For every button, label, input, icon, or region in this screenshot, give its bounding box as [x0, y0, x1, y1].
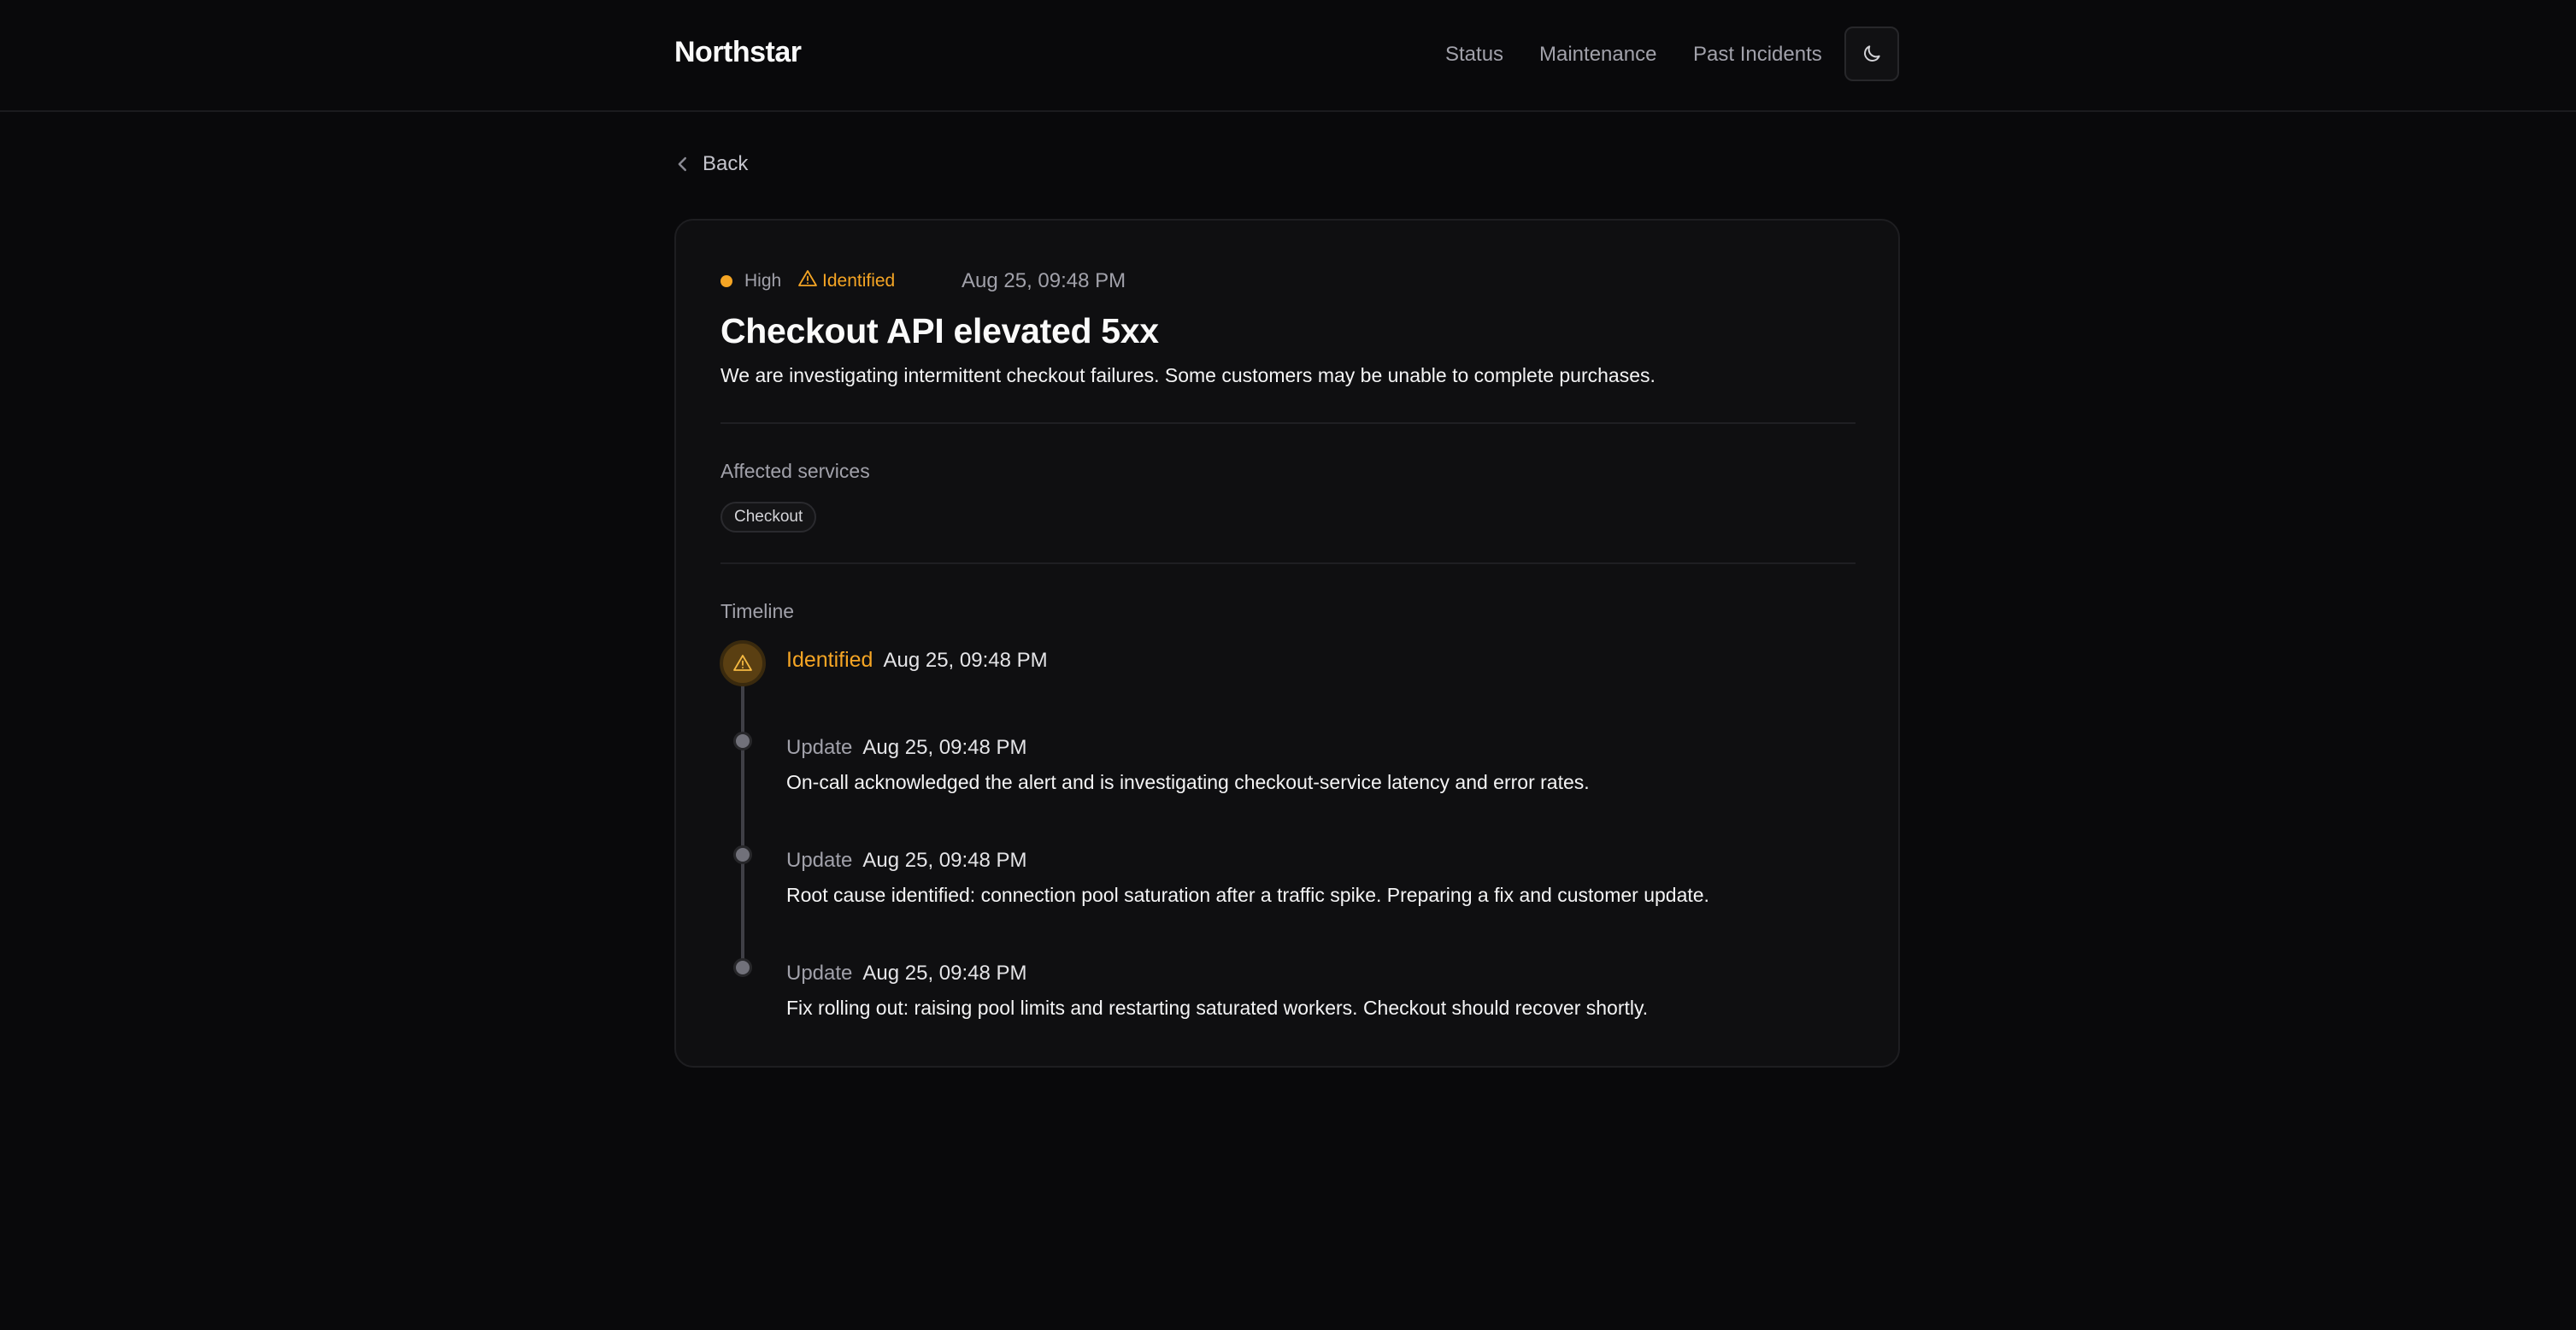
incident-time: Aug 25, 09:48 PM	[962, 269, 1126, 292]
timeline-entry-kind: Update	[786, 962, 853, 985]
warning-triangle-icon	[733, 655, 752, 671]
incident-meta: High Identified Aug 25, 09:48 PM	[720, 268, 1319, 294]
timeline-entry-header: Update Aug 25, 09:48 PM	[786, 736, 1027, 762]
timeline-entry-body: Fix rolling out: raising pool limits and…	[786, 997, 1649, 1019]
timeline-dot	[733, 958, 752, 977]
timeline-entry-kind: Identified	[786, 648, 873, 672]
timeline-entry-time: Aug 25, 09:48 PM	[883, 649, 1048, 672]
timeline-entry-header: Update Aug 25, 09:48 PM	[786, 849, 1027, 874]
timeline-entry-body: Root cause identified: connection pool s…	[786, 884, 1709, 906]
affected-services-label: Affected services	[720, 460, 870, 482]
severity-label: High	[744, 271, 782, 291]
severity-dot	[720, 275, 732, 287]
divider	[720, 422, 1856, 424]
moon-icon	[1864, 45, 1880, 62]
timeline-entry-header: Update Aug 25, 09:48 PM	[786, 962, 1027, 987]
status-label: Identified	[822, 271, 896, 291]
timeline-identified-marker	[720, 640, 766, 686]
divider	[720, 562, 1856, 564]
incident-card: High Identified Aug 25, 09:48 PM Checkou…	[674, 219, 1900, 1068]
timeline-entry-kind: Update	[786, 849, 853, 872]
timeline-entry-time: Aug 25, 09:48 PM	[862, 736, 1027, 759]
timeline-entry-time: Aug 25, 09:48 PM	[862, 849, 1027, 872]
service-pill-checkout: Checkout	[720, 502, 817, 533]
timeline-entry-time: Aug 25, 09:48 PM	[862, 962, 1027, 985]
main-nav: Status Maintenance Past Incidents	[0, 43, 2576, 68]
top-header: Northstar Status Maintenance Past Incide…	[0, 0, 2576, 112]
timeline-entry-kind: Update	[786, 736, 853, 759]
timeline-entry-body: On-call acknowledged the alert and is in…	[786, 771, 1590, 793]
timeline-entry-header: Identified Aug 25, 09:48 PM	[786, 648, 1048, 674]
chevron-left-icon	[678, 156, 686, 172]
back-link[interactable]: Back	[675, 152, 748, 176]
nav-link-status[interactable]: Status	[1445, 43, 1503, 67]
nav-link-past-incidents[interactable]: Past Incidents	[1693, 43, 1822, 67]
warning-triangle-icon	[798, 270, 817, 286]
timeline-label: Timeline	[720, 600, 795, 622]
timeline-line	[741, 682, 744, 964]
incident-title: Checkout API elevated 5xx	[720, 311, 1159, 350]
theme-toggle-button[interactable]	[1844, 26, 1899, 81]
timeline-dot	[733, 845, 752, 864]
nav-link-maintenance[interactable]: Maintenance	[1539, 43, 1656, 67]
timeline-dot	[733, 732, 752, 750]
incident-description: We are investigating intermittent checko…	[720, 364, 1656, 386]
back-label: Back	[703, 152, 749, 175]
